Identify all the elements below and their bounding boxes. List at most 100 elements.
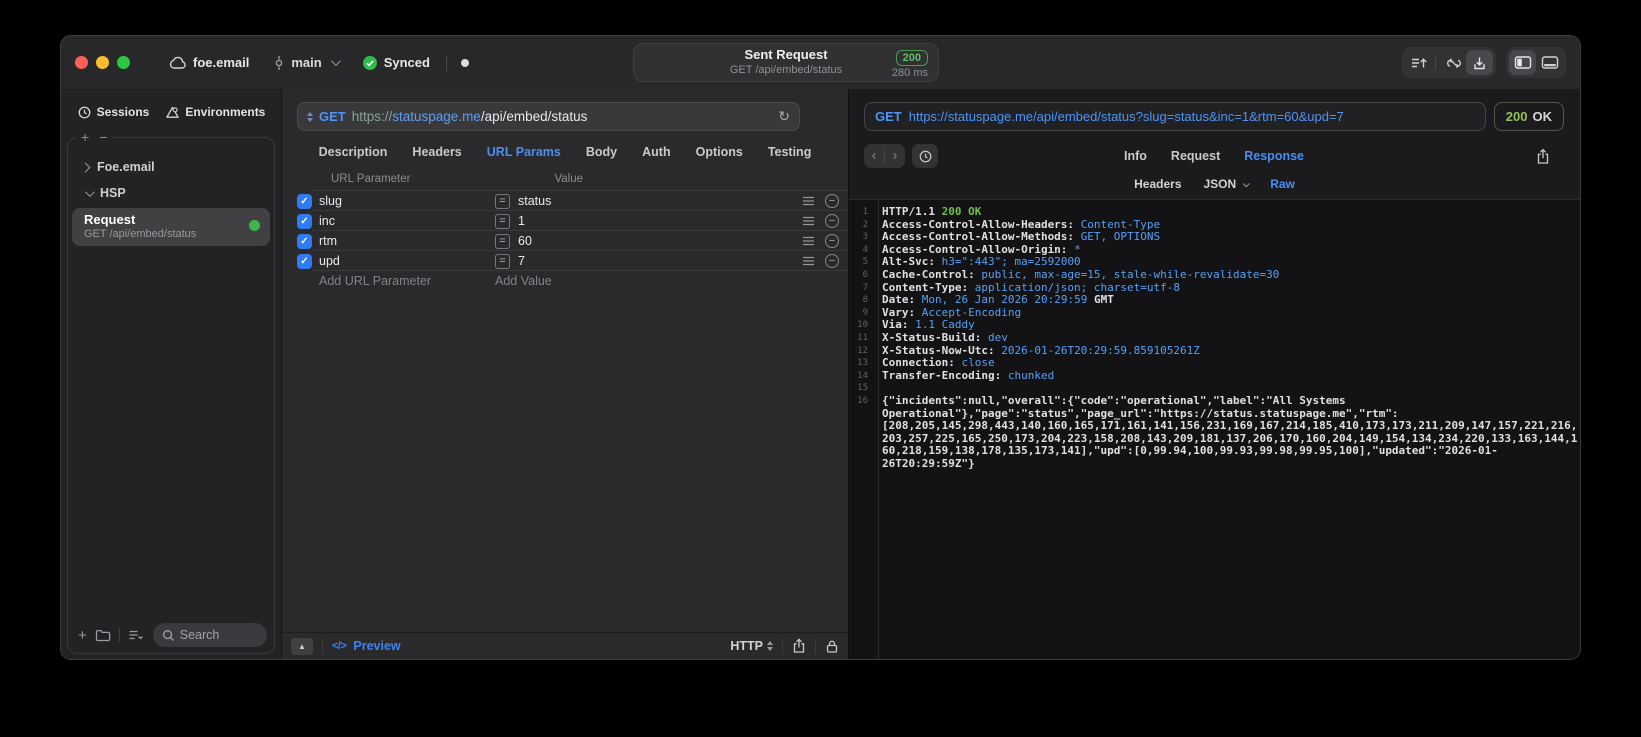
- request-tab-headers[interactable]: Headers: [412, 145, 461, 159]
- tree-item-hsp[interactable]: HSP: [68, 180, 274, 206]
- toggle-sidebar-button[interactable]: [1509, 50, 1536, 75]
- remove-param-button[interactable]: −: [825, 214, 839, 228]
- response-tab-response[interactable]: Response: [1244, 149, 1304, 163]
- request-tab-description[interactable]: Description: [319, 145, 388, 159]
- request-tab-body[interactable]: Body: [586, 145, 617, 159]
- response-code-lines: 1 HTTP/1.1 200 OK 2 Access-Control-Allow-He…: [849, 205, 1580, 471]
- synced-check-icon: [362, 55, 378, 71]
- value-format-icon[interactable]: [802, 196, 815, 206]
- param-name-input[interactable]: rtm: [319, 234, 495, 248]
- param-name-input[interactable]: inc: [319, 214, 495, 228]
- value-format-icon[interactable]: [802, 236, 815, 246]
- param-checkbox[interactable]: ✓: [297, 233, 312, 249]
- remove-session-button[interactable]: −: [99, 129, 107, 145]
- add-param-row[interactable]: Add URL Parameter Add Value: [282, 271, 848, 291]
- request-tab-options[interactable]: Options: [696, 145, 743, 159]
- app-window: foe.email main Synced Sent Request GET /…: [60, 35, 1581, 660]
- sync-label: Synced: [383, 55, 430, 70]
- value-format-icon[interactable]: [802, 256, 815, 266]
- sidebar: Sessions Environments + − Foe.email HSP …: [61, 89, 282, 659]
- request-tab-url-params[interactable]: URL Params: [487, 145, 561, 159]
- chevron-down-icon: [84, 186, 95, 197]
- remove-param-button[interactable]: −: [825, 254, 839, 268]
- request-item-subtitle: GET /api/embed/status: [84, 228, 197, 240]
- request-status-dot: [249, 220, 260, 231]
- preview-button[interactable]: </> Preview: [332, 639, 401, 653]
- param-checkbox[interactable]: ✓: [297, 213, 312, 229]
- param-row: ✓ rtm = 60 −: [282, 231, 848, 251]
- add-request-button[interactable]: +: [78, 627, 87, 644]
- url-path: /api/embed/status: [480, 109, 588, 124]
- add-param-name-placeholder[interactable]: Add URL Parameter: [319, 274, 495, 288]
- request-tab-auth[interactable]: Auth: [642, 145, 670, 159]
- response-subtab-raw[interactable]: Raw: [1270, 177, 1295, 191]
- session-indicator-dot: [460, 58, 469, 67]
- chevron-down-icon: [1242, 179, 1250, 187]
- param-value-input[interactable]: status: [518, 194, 802, 208]
- search-input[interactable]: [179, 628, 258, 642]
- url-params-table: URL Parameter Value ✓ slug = status − ✓ inc = 1−…: [282, 173, 848, 291]
- param-checkbox[interactable]: ✓: [297, 253, 312, 269]
- import-request-button[interactable]: [1466, 50, 1493, 75]
- add-param-value-placeholder[interactable]: Add Value: [495, 274, 848, 288]
- sent-request-summary[interactable]: Sent Request GET /api/embed/status 200 2…: [633, 43, 939, 82]
- tab-sessions[interactable]: Sessions: [77, 105, 149, 120]
- tab-environments[interactable]: Environments: [165, 105, 265, 120]
- sync-loop-button[interactable]: [1439, 50, 1466, 75]
- column-header-parameter: URL Parameter: [331, 173, 411, 185]
- chevron-down-icon: [330, 56, 341, 67]
- resend-request-icon[interactable]: ↻: [778, 108, 790, 125]
- import-list-button[interactable]: [1405, 50, 1432, 75]
- request-list-item-selected[interactable]: Request GET /api/embed/status: [72, 208, 270, 246]
- line-number: 16: [857, 395, 868, 406]
- param-value-input[interactable]: 60: [518, 234, 802, 248]
- branch-switcher[interactable]: main: [273, 55, 341, 71]
- zoom-window-button[interactable]: [117, 56, 130, 69]
- tree-item-foe-email[interactable]: Foe.email: [68, 154, 274, 180]
- share-icon[interactable]: [792, 638, 806, 654]
- request-tabs: Description Headers URL Params Body Auth Opti…: [282, 145, 848, 159]
- lock-icon[interactable]: [825, 639, 839, 654]
- params-rows: ✓ slug = status − ✓ inc = 1− ✓ rtm = 60− ✓ upd = 7−: [282, 191, 848, 271]
- request-footer: ▲ </> Preview HTTP: [282, 632, 848, 659]
- request-url-field[interactable]: GET https://statuspage.me/api/embed/stat…: [297, 102, 800, 131]
- minimize-window-button[interactable]: [96, 56, 109, 69]
- response-subtab-headers[interactable]: Headers: [1134, 177, 1181, 191]
- sessions-panel: + − Foe.email HSP Request GET /api/embed…: [67, 129, 275, 654]
- tree-item-label: HSP: [100, 186, 126, 200]
- param-row: ✓ slug = status −: [282, 191, 848, 211]
- list-options-button[interactable]: [128, 629, 145, 642]
- response-url-box[interactable]: GET https://statuspage.me/api/embed/stat…: [864, 102, 1486, 131]
- toggle-bottom-panel-button[interactable]: [1536, 50, 1563, 75]
- response-body[interactable]: 1 HTTP/1.1 200 OK 2 Access-Control-Allow-He…: [849, 199, 1580, 659]
- response-tab-request[interactable]: Request: [1171, 149, 1220, 163]
- collapse-panel-button[interactable]: ▲: [291, 637, 313, 655]
- line-number: 5: [862, 257, 868, 268]
- param-name-input[interactable]: upd: [319, 254, 495, 268]
- line-number: 6: [862, 269, 868, 280]
- response-subtab-json[interactable]: JSON: [1204, 177, 1250, 191]
- http-version-select[interactable]: HTTP: [730, 639, 773, 653]
- project-switcher[interactable]: foe.email: [168, 55, 249, 70]
- request-duration: 280 ms: [891, 67, 928, 79]
- remove-param-button[interactable]: −: [825, 194, 839, 208]
- remove-param-button[interactable]: −: [825, 234, 839, 248]
- param-value-input[interactable]: 1: [518, 214, 802, 228]
- new-folder-button[interactable]: [95, 628, 111, 642]
- params-table-header: URL Parameter Value: [282, 173, 848, 191]
- sync-status[interactable]: Synced: [362, 55, 430, 71]
- sidebar-search[interactable]: [152, 623, 267, 647]
- request-url-text[interactable]: https://statuspage.me/api/embed/status: [352, 109, 769, 124]
- param-name-input[interactable]: slug: [319, 194, 495, 208]
- response-line: 16 {"incidents":null,"overall":{"code":"o…: [849, 394, 1580, 471]
- value-format-icon[interactable]: [802, 216, 815, 226]
- add-session-button[interactable]: +: [81, 129, 89, 145]
- param-value-input[interactable]: 7: [518, 254, 802, 268]
- footer-divider: [782, 638, 783, 654]
- response-status-text: OK: [1532, 109, 1553, 124]
- request-tab-testing[interactable]: Testing: [768, 145, 812, 159]
- param-checkbox[interactable]: ✓: [297, 193, 312, 209]
- close-window-button[interactable]: [75, 56, 88, 69]
- response-tab-info[interactable]: Info: [1124, 149, 1147, 163]
- tab-environments-label: Environments: [185, 105, 266, 119]
